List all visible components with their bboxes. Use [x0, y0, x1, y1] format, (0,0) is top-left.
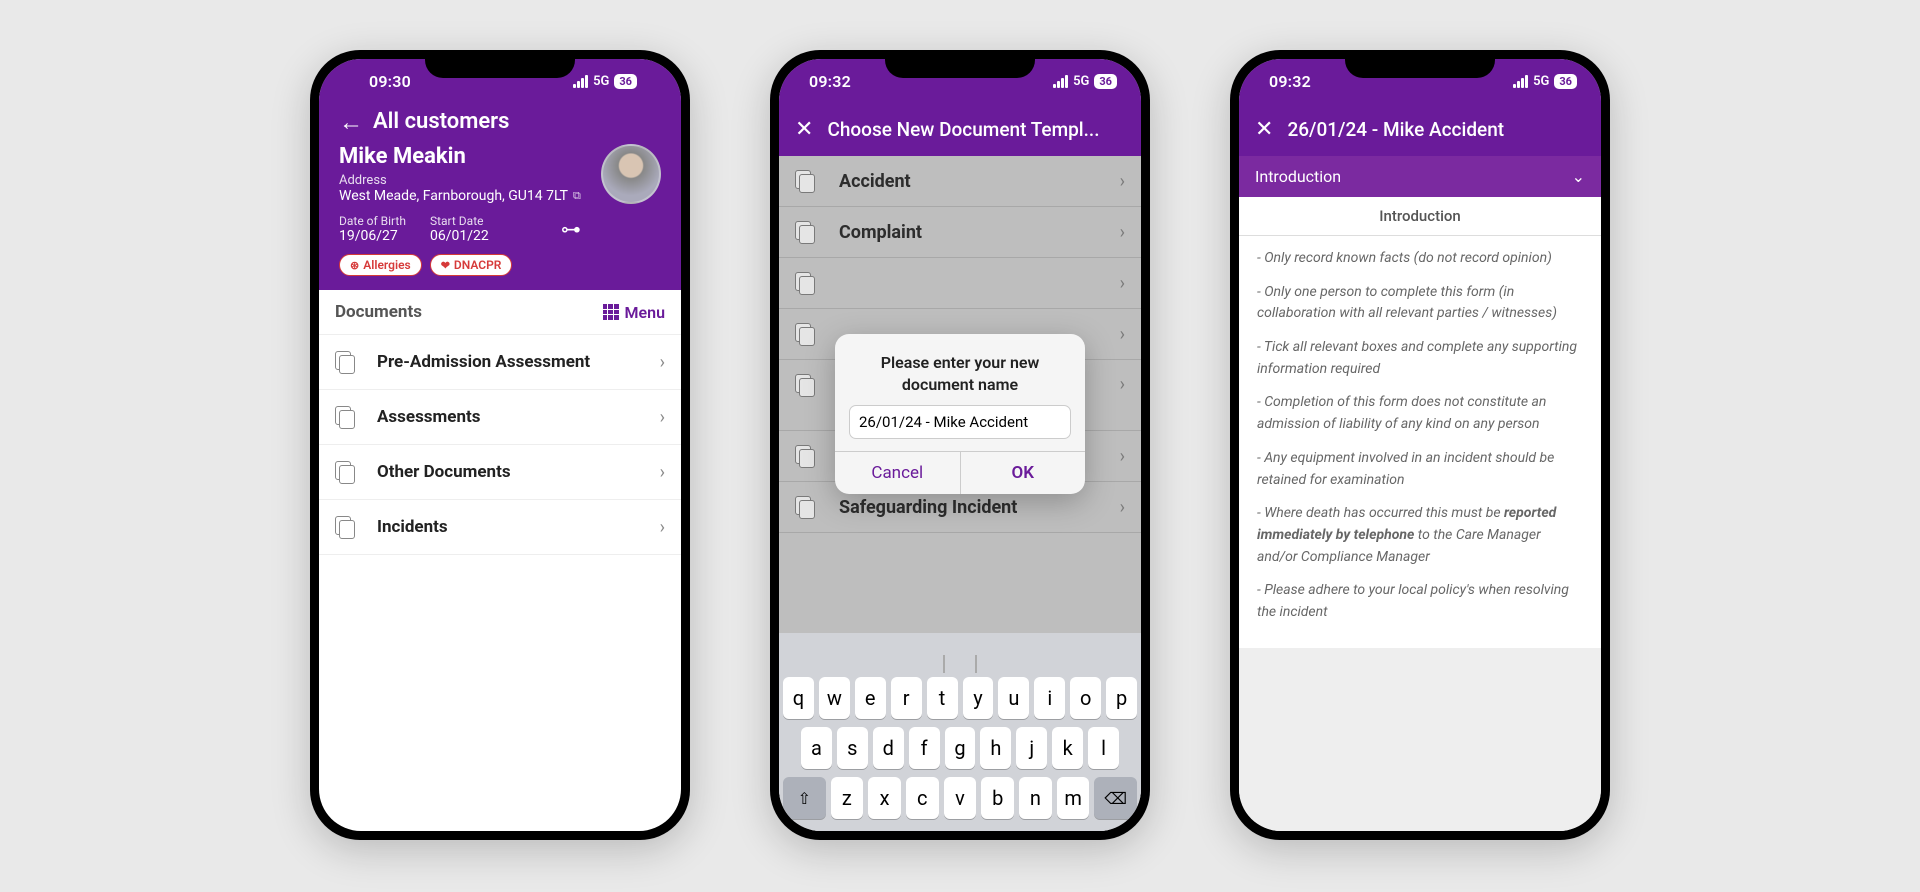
menu-button[interactable]: Menu	[603, 303, 665, 322]
network-label: 5G	[593, 74, 609, 89]
chevron-right-icon: ›	[660, 407, 665, 428]
rename-dialog: Please enter your new document name Canc…	[835, 334, 1085, 494]
key-q[interactable]: q	[783, 677, 814, 719]
kb-row-3: ⇧ z x c v b n m ⌫	[783, 777, 1137, 819]
key-l[interactable]: l	[1088, 727, 1119, 769]
battery-badge: 36	[1554, 74, 1577, 89]
status-time: 09:30	[369, 72, 411, 91]
key-n[interactable]: n	[1019, 777, 1052, 819]
key-icon[interactable]: ⊶	[561, 217, 581, 241]
key-u[interactable]: u	[998, 677, 1029, 719]
document-list: Pre-Admission Assessment› Assessments› O…	[319, 335, 681, 555]
network-label: 5G	[1533, 74, 1549, 89]
page-title: Choose New Document Templ...	[827, 118, 1099, 141]
key-h[interactable]: h	[980, 727, 1011, 769]
key-w[interactable]: w	[819, 677, 850, 719]
external-link-icon: ⧉	[573, 189, 581, 203]
key-p[interactable]: p	[1106, 677, 1137, 719]
battery-badge: 36	[1094, 74, 1117, 89]
key-b[interactable]: b	[981, 777, 1014, 819]
avatar[interactable]	[601, 144, 661, 204]
doc-item-preadmission[interactable]: Pre-Admission Assessment›	[319, 335, 681, 390]
key-s[interactable]: s	[837, 727, 868, 769]
status-time: 09:32	[1269, 72, 1311, 91]
key-r[interactable]: r	[891, 677, 922, 719]
keyboard[interactable]: q w e r t y u i o p a s d f g h j k l	[779, 633, 1141, 831]
warning-icon: ⊛	[350, 259, 359, 272]
doc-item-incidents[interactable]: Incidents›	[319, 500, 681, 555]
key-a[interactable]: a	[801, 727, 832, 769]
intro-text: - Only record known facts (do not record…	[1239, 236, 1601, 648]
key-i[interactable]: i	[1034, 677, 1065, 719]
key-o[interactable]: o	[1070, 677, 1101, 719]
startdate-label: Start Date	[430, 214, 489, 228]
key-backspace[interactable]: ⌫	[1094, 777, 1137, 819]
dialog-title: Please enter your new document name	[849, 352, 1071, 395]
key-e[interactable]: e	[855, 677, 886, 719]
section-heading: Introduction	[1239, 197, 1601, 236]
signal-icon	[573, 75, 588, 88]
grid-icon	[603, 304, 619, 320]
cancel-button[interactable]: Cancel	[835, 452, 961, 494]
phone-document-intro: 09:32 5G 36 ✕ 26/01/24 - Mike Accident I…	[1230, 50, 1610, 840]
customer-name: Mike Meakin	[339, 144, 581, 169]
network-label: 5G	[1073, 74, 1089, 89]
doc-item-other[interactable]: Other Documents›	[319, 445, 681, 500]
key-y[interactable]: y	[963, 677, 994, 719]
phone-template-picker: 09:32 5G 36 ✕ Choose New Document Templ.…	[770, 50, 1150, 840]
key-v[interactable]: v	[944, 777, 977, 819]
key-k[interactable]: k	[1052, 727, 1083, 769]
key-g[interactable]: g	[945, 727, 976, 769]
allergies-tag[interactable]: ⊛Allergies	[339, 254, 422, 276]
status-bar: 09:32 5G 36	[1239, 59, 1601, 103]
key-d[interactable]: d	[873, 727, 904, 769]
key-c[interactable]: c	[906, 777, 939, 819]
back-label: All customers	[373, 109, 509, 134]
signal-icon	[1513, 75, 1528, 88]
dob-value: 19/06/27	[339, 228, 406, 244]
key-m[interactable]: m	[1057, 777, 1090, 819]
dob-label: Date of Birth	[339, 214, 406, 228]
doc-item-assessments[interactable]: Assessments›	[319, 390, 681, 445]
chevron-down-icon: ⌄	[1572, 167, 1585, 186]
address-label: Address	[339, 173, 581, 188]
documents-icon	[335, 461, 357, 483]
documents-icon	[335, 406, 357, 428]
key-shift[interactable]: ⇧	[783, 777, 826, 819]
close-icon[interactable]: ✕	[795, 117, 813, 142]
chevron-right-icon: ›	[660, 517, 665, 538]
documents-icon	[335, 351, 357, 373]
close-icon[interactable]: ✕	[1255, 117, 1273, 142]
back-nav[interactable]: ← All customers	[339, 103, 661, 144]
status-time: 09:32	[809, 72, 851, 91]
status-bar: 09:32 5G 36	[779, 59, 1141, 103]
key-j[interactable]: j	[1016, 727, 1047, 769]
signal-icon	[1053, 75, 1068, 88]
status-bar: 09:30 5G 36	[339, 59, 661, 103]
dropdown-label: Introduction	[1255, 167, 1341, 186]
section-title: Documents	[335, 302, 422, 322]
document-name-input[interactable]	[849, 405, 1071, 439]
heart-icon: ❤	[441, 259, 450, 272]
dnacpr-tag[interactable]: ❤DNACPR	[430, 254, 513, 276]
arrow-left-icon: ←	[339, 110, 363, 134]
chevron-right-icon: ›	[660, 462, 665, 483]
battery-badge: 36	[614, 74, 637, 89]
customer-address[interactable]: West Meade, Farnborough, GU14 7LT ⧉	[339, 188, 581, 204]
documents-icon	[335, 516, 357, 538]
key-z[interactable]: z	[831, 777, 864, 819]
page-title: 26/01/24 - Mike Accident	[1287, 118, 1504, 141]
ok-button[interactable]: OK	[961, 452, 1086, 494]
key-t[interactable]: t	[927, 677, 958, 719]
startdate-value: 06/01/22	[430, 228, 489, 244]
kb-row-2: a s d f g h j k l	[783, 727, 1137, 769]
key-x[interactable]: x	[868, 777, 901, 819]
section-dropdown[interactable]: Introduction ⌄	[1239, 156, 1601, 197]
template-list: Accident› Complaint› › › Information Gov…	[779, 156, 1141, 831]
phone-customer-profile: 09:30 5G 36 ← All customers Mike Meakin …	[310, 50, 690, 840]
key-f[interactable]: f	[909, 727, 940, 769]
kb-row-1: q w e r t y u i o p	[783, 677, 1137, 719]
chevron-right-icon: ›	[660, 352, 665, 373]
